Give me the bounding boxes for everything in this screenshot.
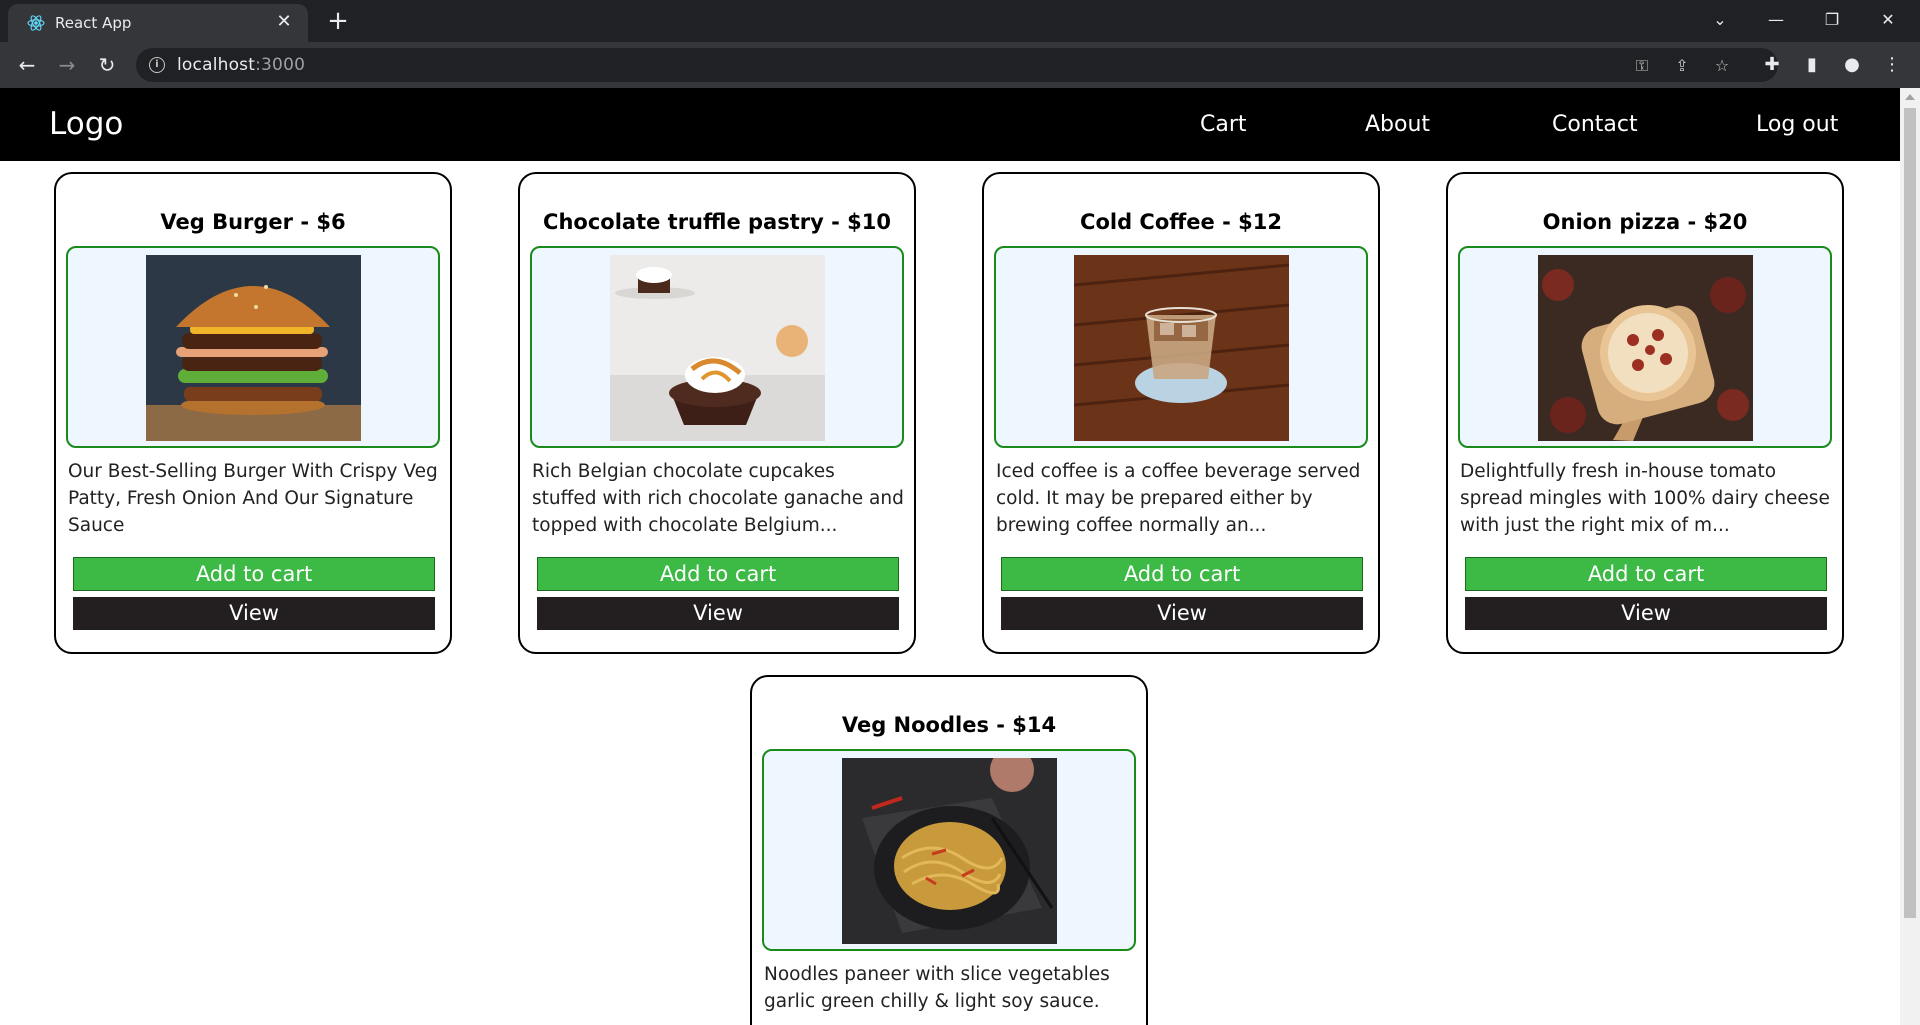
nav-link-cart[interactable]: Cart bbox=[1200, 112, 1247, 137]
product-description: Our Best-Selling Burger With Crispy Veg … bbox=[68, 461, 438, 536]
reload-icon[interactable]: ↻ bbox=[93, 51, 121, 79]
scroll-up-icon[interactable] bbox=[1905, 94, 1915, 100]
add-to-cart-button[interactable]: Add to cart bbox=[1001, 557, 1363, 591]
product-description: Delightfully fresh in-house tomato sprea… bbox=[1460, 461, 1830, 536]
profile-icon[interactable]: ● bbox=[1840, 53, 1864, 77]
restore-icon[interactable]: ❐ bbox=[1804, 0, 1860, 40]
page-viewport: Logo Cart About Contact Log out Veg Burg… bbox=[0, 88, 1900, 1025]
product-title: Onion pizza - $20 bbox=[1542, 210, 1748, 234]
scrollbar-thumb[interactable] bbox=[1904, 108, 1916, 918]
product-image-frame bbox=[530, 246, 904, 448]
bookmark-star-icon[interactable]: ☆ bbox=[1712, 56, 1732, 76]
tab-search-icon[interactable]: ⌄ bbox=[1692, 0, 1748, 40]
product-title: Veg Noodles - $14 bbox=[841, 713, 1057, 737]
product-card: Veg Burger - $6 Our Best-Selling Burger … bbox=[54, 172, 452, 654]
key-icon[interactable]: ⚿ bbox=[1632, 56, 1652, 76]
page-scrollbar[interactable] bbox=[1900, 88, 1920, 1025]
product-title: Veg Burger - $6 bbox=[160, 210, 346, 234]
share-icon[interactable]: ⇪ bbox=[1672, 56, 1692, 76]
nav-link-about[interactable]: About bbox=[1365, 112, 1430, 137]
product-description: Noodles paneer with slice vegetables gar… bbox=[764, 964, 1110, 1012]
pastry-image[interactable] bbox=[610, 255, 825, 441]
add-to-cart-button[interactable]: Add to cart bbox=[1465, 557, 1827, 591]
site-navbar: Logo Cart About Contact Log out bbox=[0, 88, 1900, 161]
product-title: Chocolate truffle pastry - $10 bbox=[543, 210, 891, 234]
browser-tab[interactable]: React App ✕ bbox=[8, 4, 308, 42]
product-image-frame bbox=[1458, 246, 1832, 448]
product-description: Iced coffee is a coffee beverage served … bbox=[996, 461, 1361, 536]
new-tab-icon[interactable]: + bbox=[324, 8, 352, 36]
product-image-frame bbox=[994, 246, 1368, 448]
react-icon bbox=[27, 15, 45, 31]
close-window-icon[interactable]: ✕ bbox=[1860, 0, 1916, 40]
add-to-cart-button[interactable]: Add to cart bbox=[73, 557, 435, 591]
tab-title: React App bbox=[55, 14, 132, 32]
product-card: Chocolate truffle pastry - $10 Rich Belg… bbox=[518, 172, 916, 654]
burger-image[interactable] bbox=[146, 255, 361, 441]
product-image-frame bbox=[66, 246, 440, 448]
extensions-icon[interactable]: ✚ bbox=[1760, 53, 1784, 77]
tab-strip: React App ✕ + ⌄ — ❐ ✕ bbox=[0, 0, 1920, 42]
product-card: Cold Coffee - $12 Iced coffee is a coffe… bbox=[982, 172, 1380, 654]
nav-link-logout[interactable]: Log out bbox=[1756, 112, 1838, 137]
forward-icon[interactable]: → bbox=[53, 51, 81, 79]
product-card: Veg Noodles - $14 Noodles paneer with sl… bbox=[750, 675, 1148, 1025]
view-button[interactable]: View bbox=[73, 597, 435, 630]
site-info-icon[interactable]: i bbox=[149, 57, 165, 73]
nav-link-contact[interactable]: Contact bbox=[1552, 112, 1638, 137]
product-image-frame bbox=[762, 749, 1136, 951]
noodles-image[interactable] bbox=[842, 758, 1057, 944]
side-panel-icon[interactable]: ▮ bbox=[1800, 53, 1824, 77]
menu-icon[interactable]: ⋮ bbox=[1880, 53, 1904, 77]
product-description: Rich Belgian chocolate cupcakes stuffed … bbox=[532, 461, 904, 536]
address-bar[interactable]: i localhost:3000 ⚿ ⇪ ☆ bbox=[136, 48, 1778, 82]
close-tab-icon[interactable]: ✕ bbox=[272, 10, 296, 34]
back-icon[interactable]: ← bbox=[13, 51, 41, 79]
product-title: Cold Coffee - $12 bbox=[1080, 210, 1282, 234]
url-text: localhost:3000 bbox=[177, 55, 306, 75]
add-to-cart-button[interactable]: Add to cart bbox=[537, 557, 899, 591]
view-button[interactable]: View bbox=[537, 597, 899, 630]
browser-toolbar: ← → ↻ i localhost:3000 ⚿ ⇪ ☆ ✚ ▮ ● ⋮ bbox=[0, 42, 1920, 88]
minimize-icon[interactable]: — bbox=[1748, 0, 1804, 40]
pizza-image[interactable] bbox=[1538, 255, 1753, 441]
view-button[interactable]: View bbox=[1001, 597, 1363, 630]
product-card: Onion pizza - $20 Delightfully fresh in-… bbox=[1446, 172, 1844, 654]
view-button[interactable]: View bbox=[1465, 597, 1827, 630]
coffee-image[interactable] bbox=[1074, 255, 1289, 441]
site-logo[interactable]: Logo bbox=[49, 106, 123, 142]
browser-chrome: React App ✕ + ⌄ — ❐ ✕ ← → ↻ i localhost:… bbox=[0, 0, 1920, 88]
